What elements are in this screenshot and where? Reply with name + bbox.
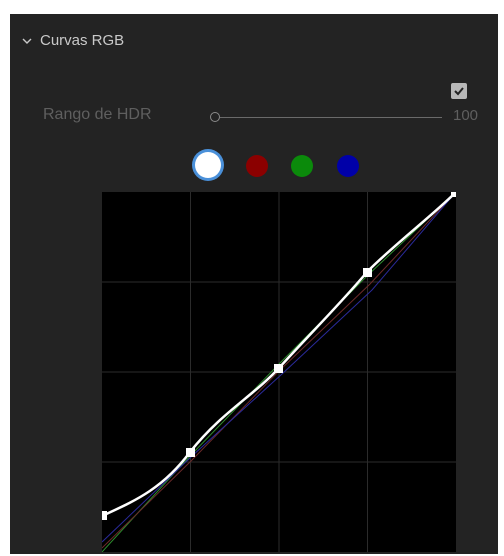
checkmark-icon bbox=[454, 87, 464, 96]
section-title: Curvas RGB bbox=[40, 32, 125, 49]
channel-white-button[interactable] bbox=[195, 152, 221, 178]
chevron-down-icon[interactable] bbox=[22, 36, 32, 46]
channel-blue-button[interactable] bbox=[337, 155, 359, 177]
hdr-range-slider[interactable] bbox=[210, 112, 442, 122]
curve-editor-graph[interactable] bbox=[102, 192, 456, 552]
hdr-range-label: Rango de HDR bbox=[43, 106, 152, 123]
curve-control-point[interactable] bbox=[186, 448, 195, 457]
curve-control-point[interactable] bbox=[451, 192, 456, 197]
section-header[interactable]: Curvas RGB bbox=[22, 32, 124, 49]
curve-control-point[interactable] bbox=[102, 511, 107, 520]
channel-red-button[interactable] bbox=[246, 155, 268, 177]
channel-green-button[interactable] bbox=[291, 155, 313, 177]
curve-canvas[interactable] bbox=[102, 192, 456, 552]
slider-track[interactable] bbox=[220, 117, 442, 118]
curve-control-point[interactable] bbox=[274, 364, 283, 373]
curves-panel: Curvas RGB Rango de HDR 100 bbox=[10, 14, 498, 554]
slider-thumb[interactable] bbox=[210, 112, 220, 122]
hdr-enable-checkbox[interactable] bbox=[451, 83, 467, 99]
hdr-range-value: 100 bbox=[453, 107, 479, 124]
curve-control-point[interactable] bbox=[363, 268, 372, 277]
